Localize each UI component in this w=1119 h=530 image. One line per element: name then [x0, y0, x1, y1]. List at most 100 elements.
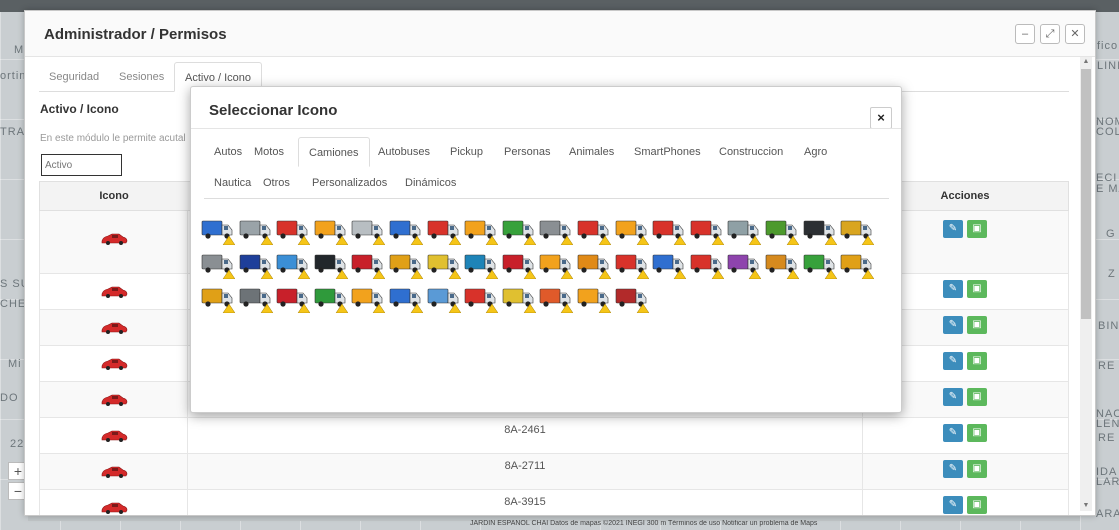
truck-icon[interactable]	[351, 215, 386, 245]
truck-icon[interactable]	[201, 215, 235, 245]
icon-tab-personas[interactable]: Personas	[494, 137, 560, 167]
truck-icon[interactable]	[539, 249, 574, 279]
icon-tab-autobuses[interactable]: Autobuses	[368, 137, 440, 167]
edit-icon[interactable]: ✎	[943, 316, 963, 334]
edit-icon[interactable]: ✎	[943, 220, 963, 238]
vertical-scrollbar[interactable]: ▲ ▼	[1080, 57, 1092, 511]
table-row: 8A-2461 ✎ ▣	[39, 418, 1069, 454]
truck-icon[interactable]	[502, 215, 536, 245]
truck-icon[interactable]	[314, 215, 348, 245]
car-icon	[101, 233, 128, 245]
truck-icon[interactable]	[577, 249, 611, 279]
row-plate: 8A-3915	[504, 496, 546, 508]
truck-icon[interactable]	[389, 215, 423, 245]
icon-tab-animales[interactable]: Animales	[559, 137, 624, 167]
image-icon[interactable]: ▣	[967, 424, 987, 442]
truck-icon[interactable]	[389, 283, 423, 313]
truck-icon[interactable]	[427, 215, 461, 245]
truck-icon[interactable]	[765, 215, 799, 245]
asset-filter-input[interactable]	[41, 154, 122, 176]
close-window-button[interactable]: ✕	[1065, 24, 1085, 44]
icon-tab-otros[interactable]: Otros	[253, 168, 300, 198]
truck-icon[interactable]	[615, 215, 649, 245]
truck-icon[interactable]	[502, 249, 536, 279]
truck-icon[interactable]	[239, 249, 273, 279]
truck-icon[interactable]	[652, 249, 687, 279]
icon-tab-smartphones[interactable]: SmartPhones	[624, 137, 711, 167]
truck-icon[interactable]	[577, 215, 611, 245]
restore-button[interactable]: ⤢	[1040, 24, 1060, 44]
admin-header: Administrador / Permisos – ⤢ ✕	[25, 11, 1095, 57]
modal-close-button[interactable]: ×	[870, 107, 892, 129]
truck-icon[interactable]	[803, 215, 837, 245]
truck-icon[interactable]	[389, 249, 423, 279]
edit-icon[interactable]: ✎	[943, 280, 963, 298]
map-label: ARA	[1096, 508, 1119, 520]
scroll-thumb[interactable]	[1081, 69, 1091, 319]
icon-tab-personalizados[interactable]: Personalizados	[302, 168, 397, 198]
edit-icon[interactable]: ✎	[943, 460, 963, 478]
tab-sesiones[interactable]: Sesiones	[109, 62, 174, 92]
section-title: Activo / Icono	[40, 102, 119, 116]
truck-icon[interactable]	[652, 215, 687, 245]
truck-icon[interactable]	[727, 215, 762, 245]
car-icon	[101, 502, 128, 514]
row-icon-cell	[40, 490, 188, 515]
truck-icon[interactable]	[765, 249, 799, 279]
truck-icon[interactable]	[427, 249, 461, 279]
truck-icon[interactable]	[276, 215, 311, 245]
truck-icon[interactable]	[427, 283, 461, 313]
icon-tab-pickup[interactable]: Pickup	[440, 137, 493, 167]
truck-icon[interactable]	[840, 249, 875, 279]
image-icon[interactable]: ▣	[967, 496, 987, 514]
scroll-up-icon[interactable]: ▲	[1081, 57, 1091, 67]
truck-icon[interactable]	[464, 215, 499, 245]
truck-icon[interactable]	[201, 249, 235, 279]
edit-icon[interactable]: ✎	[943, 496, 963, 514]
icon-tab-construccion[interactable]: Construccion	[709, 137, 793, 167]
icon-tab-motos[interactable]: Motos	[244, 137, 294, 167]
truck-icon[interactable]	[351, 283, 386, 313]
image-icon[interactable]: ▣	[967, 316, 987, 334]
image-icon[interactable]: ▣	[967, 388, 987, 406]
row-actions-cell: ✎ ▣	[862, 490, 1068, 515]
image-icon[interactable]: ▣	[967, 280, 987, 298]
icon-tab-din-micos[interactable]: Dinámicos	[395, 168, 466, 198]
truck-icon[interactable]	[539, 283, 574, 313]
truck-icon[interactable]	[239, 215, 273, 245]
truck-icon[interactable]	[239, 283, 273, 313]
truck-icon[interactable]	[276, 249, 311, 279]
icon-category-tabs: Autos Motos Camiones Autobuses Pickup Persona…	[204, 137, 889, 199]
edit-icon[interactable]: ✎	[943, 424, 963, 442]
edit-icon[interactable]: ✎	[943, 388, 963, 406]
page-title: Administrador / Permisos	[44, 26, 227, 43]
truck-icon[interactable]	[464, 249, 499, 279]
icon-tab-agro[interactable]: Agro	[794, 137, 837, 167]
truck-icon[interactable]	[539, 215, 574, 245]
icon-tab-camiones[interactable]: Camiones	[298, 137, 370, 167]
truck-icon[interactable]	[727, 249, 762, 279]
image-icon[interactable]: ▣	[967, 220, 987, 238]
truck-icon[interactable]	[615, 249, 649, 279]
image-icon[interactable]: ▣	[967, 352, 987, 370]
truck-icon[interactable]	[201, 283, 235, 313]
truck-icon[interactable]	[314, 249, 348, 279]
truck-icon[interactable]	[577, 283, 611, 313]
minimize-button[interactable]: –	[1015, 24, 1035, 44]
car-icon	[101, 358, 128, 370]
truck-icon[interactable]	[690, 215, 724, 245]
truck-icon[interactable]	[314, 283, 348, 313]
truck-icon[interactable]	[464, 283, 499, 313]
truck-icon[interactable]	[840, 215, 875, 245]
truck-icon[interactable]	[502, 283, 536, 313]
map-label: RE	[1098, 360, 1116, 372]
truck-icon[interactable]	[803, 249, 837, 279]
truck-icon[interactable]	[615, 283, 649, 313]
truck-icon[interactable]	[351, 249, 386, 279]
truck-icon[interactable]	[690, 249, 724, 279]
truck-icon[interactable]	[276, 283, 311, 313]
tab-seguridad[interactable]: Seguridad	[39, 62, 109, 92]
edit-icon[interactable]: ✎	[943, 352, 963, 370]
scroll-down-icon[interactable]: ▼	[1081, 501, 1091, 511]
image-icon[interactable]: ▣	[967, 460, 987, 478]
